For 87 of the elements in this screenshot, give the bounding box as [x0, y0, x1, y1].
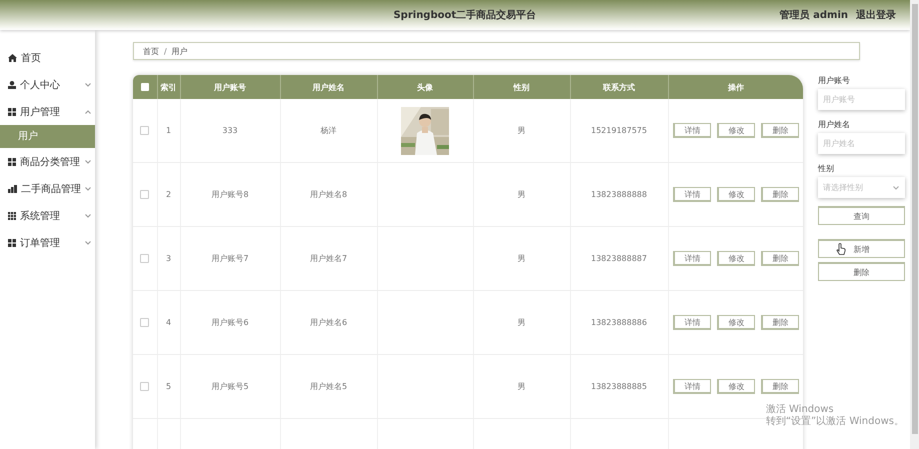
row-checkbox[interactable] — [140, 318, 150, 328]
grid-icon — [8, 238, 16, 246]
breadcrumb-link[interactable]: 首页 — [143, 46, 159, 56]
row-checkbox[interactable] — [140, 382, 150, 392]
table-cell: 5 — [157, 354, 180, 418]
bar-chart-icon — [8, 184, 17, 192]
table-cell: 男 — [473, 354, 570, 418]
column-header: 联系方式 — [570, 75, 668, 99]
table-cell: 4 — [157, 290, 180, 354]
table-cell: 男 — [473, 162, 570, 226]
column-header: 操作 — [668, 75, 803, 99]
table-cell: 杨洋 — [280, 99, 377, 162]
details-button[interactable]: 详情 — [672, 251, 711, 266]
details-button[interactable]: 详情 — [672, 379, 711, 394]
edit-button[interactable]: 修改 — [716, 379, 755, 394]
menu-item[interactable]: 系统管理 — [0, 202, 95, 229]
logout-link[interactable]: 退出登录 — [856, 8, 896, 22]
scrollbar[interactable] — [912, 4, 918, 434]
row-checkbox[interactable] — [140, 254, 150, 264]
field-label: 用户账号 — [818, 75, 851, 86]
table-cell: 男 — [473, 99, 570, 162]
column-header: 用户姓名 — [280, 75, 377, 99]
input-field[interactable]: 用户账号 — [818, 89, 905, 110]
table-cell: 333 — [180, 99, 280, 162]
input-field[interactable]: 用户姓名 — [818, 133, 905, 154]
select-all-checkbox[interactable] — [140, 83, 149, 92]
activation-hint: 转到“设置”以激活 Windows。 — [766, 416, 904, 428]
menu-item[interactable]: 首页 — [0, 44, 95, 71]
breadcrumb-separator: / — [164, 46, 167, 56]
column-header: 头像 — [377, 75, 473, 99]
menu-item[interactable]: 二手商品管理 — [0, 175, 95, 202]
admin-label: 管理员 admin — [780, 8, 848, 22]
delete-button[interactable]: 删除 — [760, 123, 799, 138]
table-cell: 2 — [157, 162, 180, 226]
menu-item[interactable]: 用户管理 — [0, 98, 95, 125]
submenu-item[interactable]: 用户 — [0, 125, 95, 148]
hand-cursor-icon — [836, 243, 846, 255]
details-button[interactable]: 详情 — [672, 315, 711, 330]
search-button[interactable]: 查询 — [818, 206, 905, 225]
table-cell: 用户账号5 — [180, 354, 280, 418]
table-cell: 用户账号6 — [180, 290, 280, 354]
delete-button[interactable]: 删除 — [760, 251, 799, 266]
field-label: 用户姓名 — [818, 119, 851, 130]
grid-icon — [8, 108, 16, 116]
column-header: 用户账号 — [180, 75, 280, 99]
edit-button[interactable]: 修改 — [716, 315, 755, 330]
table-cell: 15219187575 — [570, 99, 668, 162]
column-header: 索引 — [157, 75, 180, 99]
edit-button[interactable]: 修改 — [716, 251, 755, 266]
row-checkbox[interactable] — [140, 126, 150, 136]
row-checkbox[interactable] — [140, 190, 150, 200]
details-button[interactable]: 详情 — [672, 123, 711, 138]
activation-title: 激活 Windows — [766, 404, 835, 416]
menu-item[interactable]: 订单管理 — [0, 229, 95, 256]
grid-icon — [8, 212, 16, 220]
table-cell: 13823888886 — [570, 290, 668, 354]
details-button[interactable]: 详情 — [672, 187, 711, 202]
delete-button[interactable]: 删除 — [818, 262, 905, 281]
table-cell: 用户账号7 — [180, 226, 280, 290]
delete-button[interactable]: 删除 — [760, 379, 799, 394]
breadcrumb-current: 用户 — [172, 46, 188, 56]
table-cell: 男 — [473, 226, 570, 290]
table-cell: 1 — [157, 99, 180, 162]
delete-button[interactable]: 删除 — [760, 187, 799, 202]
grid-icon — [8, 158, 16, 166]
person-icon — [8, 80, 16, 88]
table-cell: 13823888888 — [570, 162, 668, 226]
table-cell: 男 — [473, 290, 570, 354]
table-cell: 13823888887 — [570, 226, 668, 290]
table-cell: 用户姓名6 — [280, 290, 377, 354]
column-header: 性别 — [473, 75, 570, 99]
menu-item[interactable]: 商品分类管理 — [0, 148, 95, 175]
edit-button[interactable]: 修改 — [716, 187, 755, 202]
menu-item[interactable]: 个人中心 — [0, 71, 95, 98]
table-cell: 13823888885 — [570, 354, 668, 418]
add-button[interactable]: 新增 — [818, 239, 905, 258]
table-cell: 用户姓名8 — [280, 162, 377, 226]
delete-button[interactable]: 删除 — [760, 315, 799, 330]
chevron-down-icon — [893, 186, 899, 190]
table-cell: 3 — [157, 226, 180, 290]
edit-button[interactable]: 修改 — [716, 123, 755, 138]
table-cell: 用户姓名7 — [280, 226, 377, 290]
field-label: 性别 — [818, 163, 835, 174]
site-title: Springboot二手商品交易平台 — [392, 8, 538, 22]
table-cell: 用户账号8 — [180, 162, 280, 226]
table-cell: 用户姓名5 — [280, 354, 377, 418]
home-icon — [8, 54, 17, 62]
